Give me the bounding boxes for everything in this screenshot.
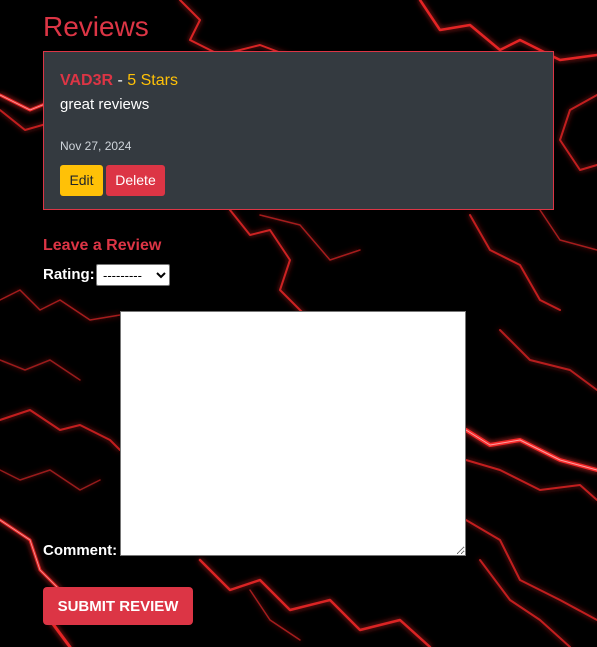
review-card: VAD3R - 5 Stars great reviews Nov 27, 20… bbox=[43, 51, 554, 210]
review-author: VAD3R bbox=[60, 72, 114, 89]
review-separator: - bbox=[113, 72, 128, 89]
content: Reviews VAD3R - 5 Stars great reviews No… bbox=[0, 0, 597, 647]
delete-button[interactable]: Delete bbox=[106, 165, 165, 196]
page: Reviews VAD3R - 5 Stars great reviews No… bbox=[0, 0, 597, 647]
leave-review-heading: Leave a Review bbox=[43, 237, 162, 254]
rating-select[interactable]: --------- bbox=[96, 264, 170, 286]
review-header: VAD3R - 5 Stars bbox=[60, 70, 178, 92]
edit-button[interactable]: Edit bbox=[60, 165, 103, 196]
comment-label: Comment: bbox=[43, 542, 118, 559]
comment-textarea[interactable] bbox=[120, 311, 466, 556]
page-title: Reviews bbox=[43, 11, 149, 42]
review-stars: 5 Stars bbox=[127, 72, 178, 89]
submit-review-button[interactable]: SUBMIT REVIEW bbox=[43, 587, 193, 625]
review-date: Nov 27, 2024 bbox=[60, 139, 132, 153]
review-text: great reviews bbox=[60, 96, 150, 113]
rating-label: Rating: bbox=[43, 266, 95, 283]
